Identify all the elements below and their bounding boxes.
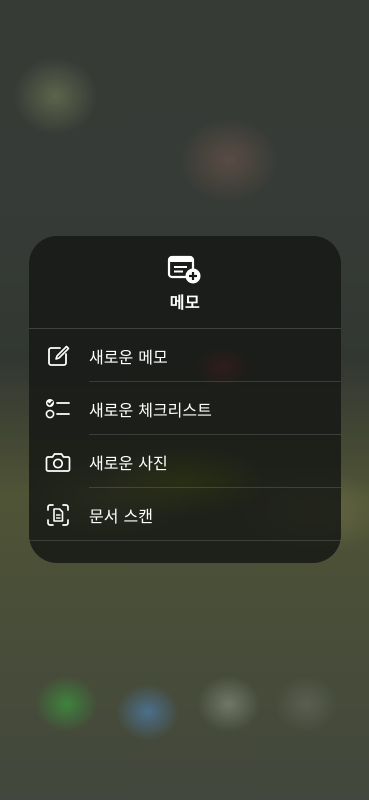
- item-divider: [29, 540, 341, 541]
- app-title: 메모: [169, 293, 201, 312]
- compose-icon: [45, 344, 71, 368]
- scan-document-icon: [45, 503, 71, 527]
- quick-action-header: 메모: [29, 236, 341, 328]
- scan-document-action[interactable]: 문서 스캔: [29, 488, 341, 541]
- checklist-icon: [45, 397, 71, 421]
- notes-add-icon: [167, 255, 201, 284]
- new-checklist-action[interactable]: 새로운 체크리스트: [29, 382, 341, 435]
- camera-icon: [45, 450, 71, 474]
- new-note-label: 새로운 메모: [89, 347, 168, 367]
- quick-action-menu: 메모 새로운 메모 새로운 체크리스트 새로운 사진 문서 스캔: [29, 236, 341, 563]
- scan-document-label: 문서 스캔: [89, 506, 153, 526]
- new-checklist-label: 새로운 체크리스트: [89, 400, 212, 420]
- new-photo-label: 새로운 사진: [89, 453, 168, 473]
- new-photo-action[interactable]: 새로운 사진: [29, 435, 341, 488]
- new-note-action[interactable]: 새로운 메모: [29, 329, 341, 382]
